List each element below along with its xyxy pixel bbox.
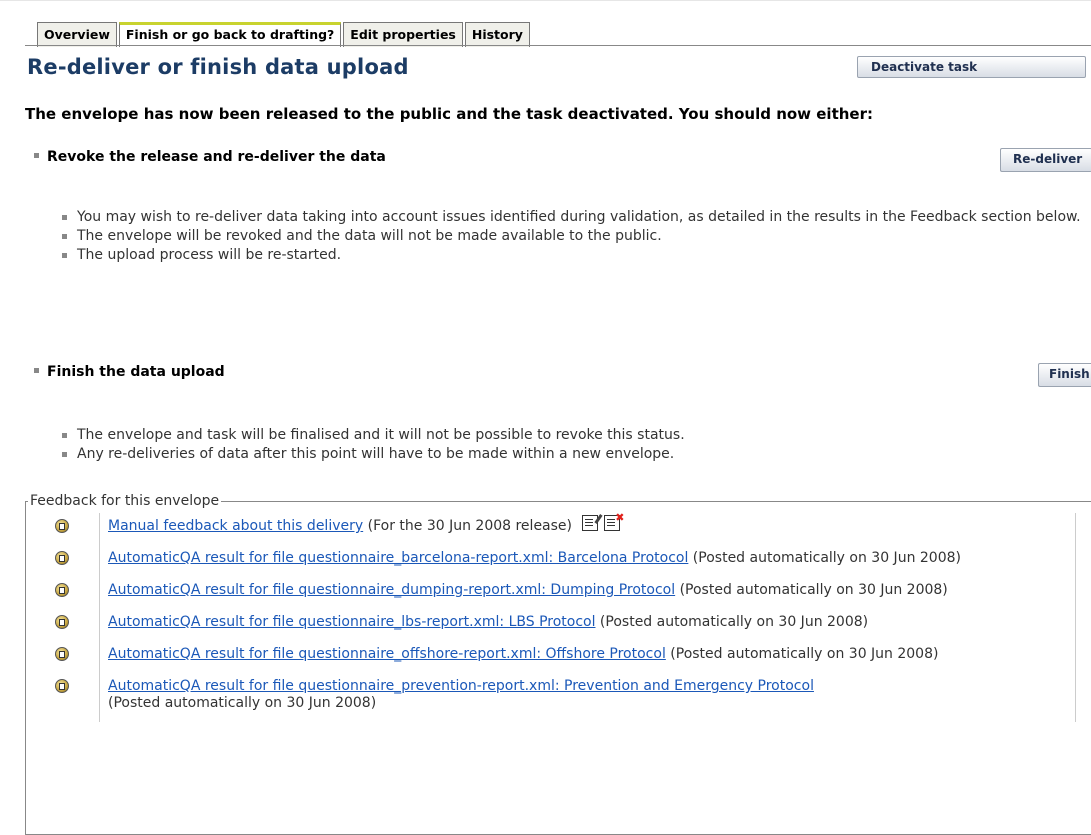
table-row: AutomaticQA result for file questionnair… (36, 609, 1076, 641)
redeliver-button[interactable]: Re-deliver (1000, 148, 1091, 172)
redeliver-bullet-list: You may wish to re-deliver data taking i… (62, 208, 1091, 265)
feedback-document-icon (55, 551, 69, 565)
feedback-document-icon (55, 679, 69, 693)
top-border (0, 0, 1091, 1)
feedback-note: (Posted automatically on 30 Jun 2008) (675, 582, 948, 598)
feedback-note: (Posted automatically on 30 Jun 2008) (665, 646, 939, 662)
delete-icon[interactable] (604, 512, 624, 531)
finish-title-label: Finish the data upload (47, 364, 225, 380)
feedback-link[interactable]: AutomaticQA result for file questionnair… (108, 550, 688, 566)
redeliver-section-title: Revoke the release and re-deliver the da… (34, 149, 386, 165)
feedback-note: (Posted automatically on 30 Jun 2008) (108, 695, 377, 711)
table-row: AutomaticQA result for file questionnair… (36, 577, 1076, 609)
table-row: AutomaticQA result for file questionnair… (36, 641, 1076, 673)
bullet-square-icon (34, 367, 39, 373)
feedback-link[interactable]: AutomaticQA result for file questionnair… (108, 678, 814, 694)
tab-finish-or-back[interactable]: Finish or go back to drafting? (118, 22, 342, 47)
finish-bullet-list: The envelope and task will be finalised … (62, 426, 1091, 464)
feedback-note: (Posted automatically on 30 Jun 2008) (688, 550, 961, 566)
feedback-link[interactable]: AutomaticQA result for file questionnair… (108, 614, 595, 630)
table-row: Manual feedback about this delivery (For… (36, 512, 1076, 545)
feedback-document-icon (55, 519, 69, 533)
tab-edit-properties[interactable]: Edit properties (343, 22, 463, 47)
tab-overview[interactable]: Overview (37, 22, 117, 47)
feedback-note: (For the 30 Jun 2008 release) (363, 518, 573, 534)
feedback-table: Manual feedback about this delivery (For… (36, 512, 1076, 722)
table-row: AutomaticQA result for file questionnair… (36, 673, 1076, 722)
list-item: The envelope and task will be finalised … (62, 426, 1091, 445)
list-item: The upload process will be re-started. (62, 246, 1091, 265)
feedback-note: (Posted automatically on 30 Jun 2008) (595, 614, 869, 630)
bullet-square-icon (34, 152, 39, 158)
feedback-document-icon (55, 647, 69, 661)
tab-history[interactable]: History (464, 22, 530, 47)
page-title: Re-deliver or finish data upload (27, 55, 409, 79)
feedback-document-icon (55, 615, 69, 629)
table-row: AutomaticQA result for file questionnair… (36, 545, 1076, 577)
deactivate-task-button[interactable]: Deactivate task (857, 56, 1086, 78)
feedback-legend: Feedback for this envelope (30, 493, 220, 509)
tab-bar: Overview Finish or go back to drafting? … (37, 22, 532, 47)
feedback-document-icon (55, 583, 69, 597)
list-item: You may wish to re-deliver data taking i… (62, 208, 1091, 227)
edit-icon[interactable] (582, 515, 599, 531)
tab-bar-underline (25, 45, 1091, 46)
redeliver-title-label: Revoke the release and re-deliver the da… (47, 149, 386, 165)
feedback-link[interactable]: Manual feedback about this delivery (108, 518, 363, 534)
intro-text: The envelope has now been released to th… (25, 105, 873, 123)
finish-section-title: Finish the data upload (34, 364, 225, 380)
feedback-link[interactable]: AutomaticQA result for file questionnair… (108, 646, 666, 662)
list-item: Any re-deliveries of data after this poi… (62, 445, 1091, 464)
finish-button[interactable]: Finish (1038, 363, 1091, 387)
list-item: The envelope will be revoked and the dat… (62, 227, 1091, 246)
feedback-link[interactable]: AutomaticQA result for file questionnair… (108, 582, 675, 598)
